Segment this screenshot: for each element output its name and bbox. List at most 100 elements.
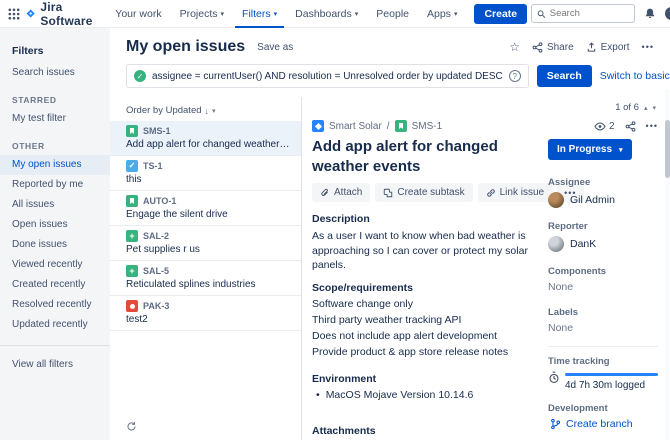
nav-your-work[interactable]: Your work [108, 0, 168, 28]
refresh-icon[interactable] [110, 415, 301, 440]
issue-detail-panel: 1 of 6 ▴ ▾ Smart Solar / SMS-1 [302, 97, 670, 440]
sidebar-item-view-all-filters[interactable]: View all filters [0, 355, 110, 375]
issue-detail-sidebar: In Progress ▾ Assignee Gil Admin Reporte… [548, 132, 670, 440]
sort-direction-icon[interactable]: ↓ [205, 106, 210, 116]
breadcrumb: Smart Solar / SMS-1 [312, 120, 442, 132]
create-subtask-button[interactable]: Create subtask [375, 183, 472, 202]
scope-heading: Scope/requirements [312, 282, 540, 294]
assignee-value[interactable]: Gil Admin [548, 192, 658, 208]
previous-issue-icon[interactable]: ▴ [644, 104, 648, 112]
issue-card-auto-1[interactable]: AUTO-1 Engage the silent drive [110, 191, 301, 226]
stopwatch-icon [548, 371, 560, 384]
reporter-avatar [548, 236, 564, 252]
project-icon [312, 120, 324, 132]
new-feature-icon: + [126, 230, 138, 242]
chevron-down-icon: ▾ [274, 10, 278, 18]
page-title: My open issues [126, 38, 245, 56]
share-icon[interactable] [625, 121, 636, 132]
eye-icon [594, 122, 606, 131]
sidebar-item-resolved-recently[interactable]: Resolved recently [0, 295, 110, 315]
chevron-down-icon[interactable]: ▾ [212, 107, 216, 115]
scrollbar-thumb[interactable] [665, 120, 670, 178]
watchers-button[interactable]: 2 [594, 121, 615, 132]
issue-card-sms-1[interactable]: SMS-1 Add app alert for changed weather … [110, 121, 301, 156]
issue-card-pak-3[interactable]: PAK-3 test2 [110, 296, 301, 331]
sidebar-item-my-open-issues[interactable]: My open issues [0, 155, 110, 175]
sidebar-title: Filters [0, 41, 110, 63]
search-button[interactable]: Search [537, 65, 592, 87]
app-name: Jira Software [40, 0, 96, 28]
nav-people[interactable]: People [369, 0, 416, 28]
description-body[interactable]: As a user I want to know when bad weathe… [312, 229, 540, 273]
help-icon[interactable]: ? [665, 7, 670, 20]
sidebar-item-updated-recently[interactable]: Updated recently [0, 315, 110, 335]
new-feature-icon: + [126, 265, 138, 277]
time-logged: 4d 7h 30m logged [565, 380, 658, 391]
create-button[interactable]: Create [474, 4, 527, 24]
git-branch-icon [550, 418, 561, 430]
export-button[interactable]: Export [586, 42, 630, 53]
issue-more-icon[interactable]: ••• [646, 121, 658, 131]
sidebar-item-open-issues[interactable]: Open issues [0, 215, 110, 235]
reporter-label: Reporter [548, 221, 658, 232]
nav-apps[interactable]: Apps▾ [420, 0, 464, 28]
environment-heading: Environment [312, 373, 540, 385]
page-header: My open issues Save as ☆ Share Export ••… [110, 28, 670, 61]
order-by-label: Order by Updated [126, 105, 202, 116]
sidebar-item-reported-by-me[interactable]: Reported by me [0, 175, 110, 195]
nav-projects[interactable]: Projects▾ [173, 0, 231, 28]
chevron-down-icon: ▾ [355, 10, 359, 18]
reporter-value[interactable]: DanK [548, 236, 658, 252]
jql-query-text[interactable]: assignee = currentUser() AND resolution … [152, 71, 503, 82]
chevron-down-icon: ▾ [221, 10, 225, 18]
jira-logo[interactable]: Jira Software [24, 0, 104, 28]
status-dropdown[interactable]: In Progress ▾ [548, 139, 632, 160]
issue-card-sal-2[interactable]: +SAL-2 Pet supplies r us [110, 226, 301, 261]
scope-item: Software change only [312, 298, 540, 311]
sidebar-item-viewed-recently[interactable]: Viewed recently [0, 255, 110, 275]
link-issue-button[interactable]: Link issue [478, 183, 552, 202]
components-value[interactable]: None [548, 281, 658, 293]
nav-dashboards[interactable]: Dashboards▾ [288, 0, 365, 28]
subtask-icon [383, 188, 393, 198]
breadcrumb-project[interactable]: Smart Solar [329, 121, 382, 132]
sidebar-item-my-test-filter[interactable]: My test filter [0, 109, 110, 129]
sidebar-item-created-recently[interactable]: Created recently [0, 275, 110, 295]
labels-value[interactable]: None [548, 322, 658, 334]
star-icon[interactable]: ☆ [509, 41, 520, 53]
issue-card-sal-5[interactable]: +SAL-5 Reticulated splines industries [110, 261, 301, 296]
scope-item: Provide product & app store release note… [312, 346, 540, 359]
vertical-scrollbar[interactable] [665, 90, 670, 440]
attach-button[interactable]: Attach [312, 183, 370, 202]
global-search[interactable] [531, 4, 635, 23]
query-bar: ✓ assignee = currentUser() AND resolutio… [110, 61, 670, 97]
jql-input[interactable]: ✓ assignee = currentUser() AND resolutio… [126, 64, 529, 88]
share-button[interactable]: Share [532, 42, 574, 53]
breadcrumb-issue-key[interactable]: SMS-1 [412, 121, 443, 132]
watchers-count: 2 [609, 121, 615, 132]
search-input[interactable] [550, 8, 629, 19]
story-icon [126, 195, 138, 207]
page-more-icon[interactable]: ••• [642, 42, 654, 52]
create-branch-link[interactable]: Create branch [548, 418, 658, 430]
notifications-icon[interactable] [644, 7, 656, 20]
sidebar-section-divider [548, 346, 658, 347]
switch-to-basic-link[interactable]: Switch to basic [600, 70, 670, 82]
chevron-down-icon: ▾ [619, 146, 623, 154]
query-help-icon[interactable]: ? [509, 70, 521, 82]
paperclip-icon [320, 188, 330, 198]
app-switcher-icon[interactable] [8, 4, 20, 24]
order-by-control[interactable]: Order by Updated ↓ ▾ [110, 103, 301, 121]
search-icon [537, 9, 546, 19]
assignee-avatar [548, 192, 564, 208]
time-tracking-label: Time tracking [548, 356, 658, 367]
next-issue-icon[interactable]: ▾ [652, 104, 656, 112]
save-as-button[interactable]: Save as [257, 42, 293, 53]
pagination-label: 1 of 6 [615, 102, 639, 113]
sidebar-item-done-issues[interactable]: Done issues [0, 235, 110, 255]
time-tracking-value[interactable]: 4d 7h 30m logged [548, 371, 658, 391]
sidebar-item-search-issues[interactable]: Search issues [0, 63, 110, 83]
issue-card-ts-1[interactable]: ✓TS-1 this [110, 156, 301, 191]
nav-filters[interactable]: Filters▾ [235, 0, 284, 28]
sidebar-item-all-issues[interactable]: All issues [0, 195, 110, 215]
